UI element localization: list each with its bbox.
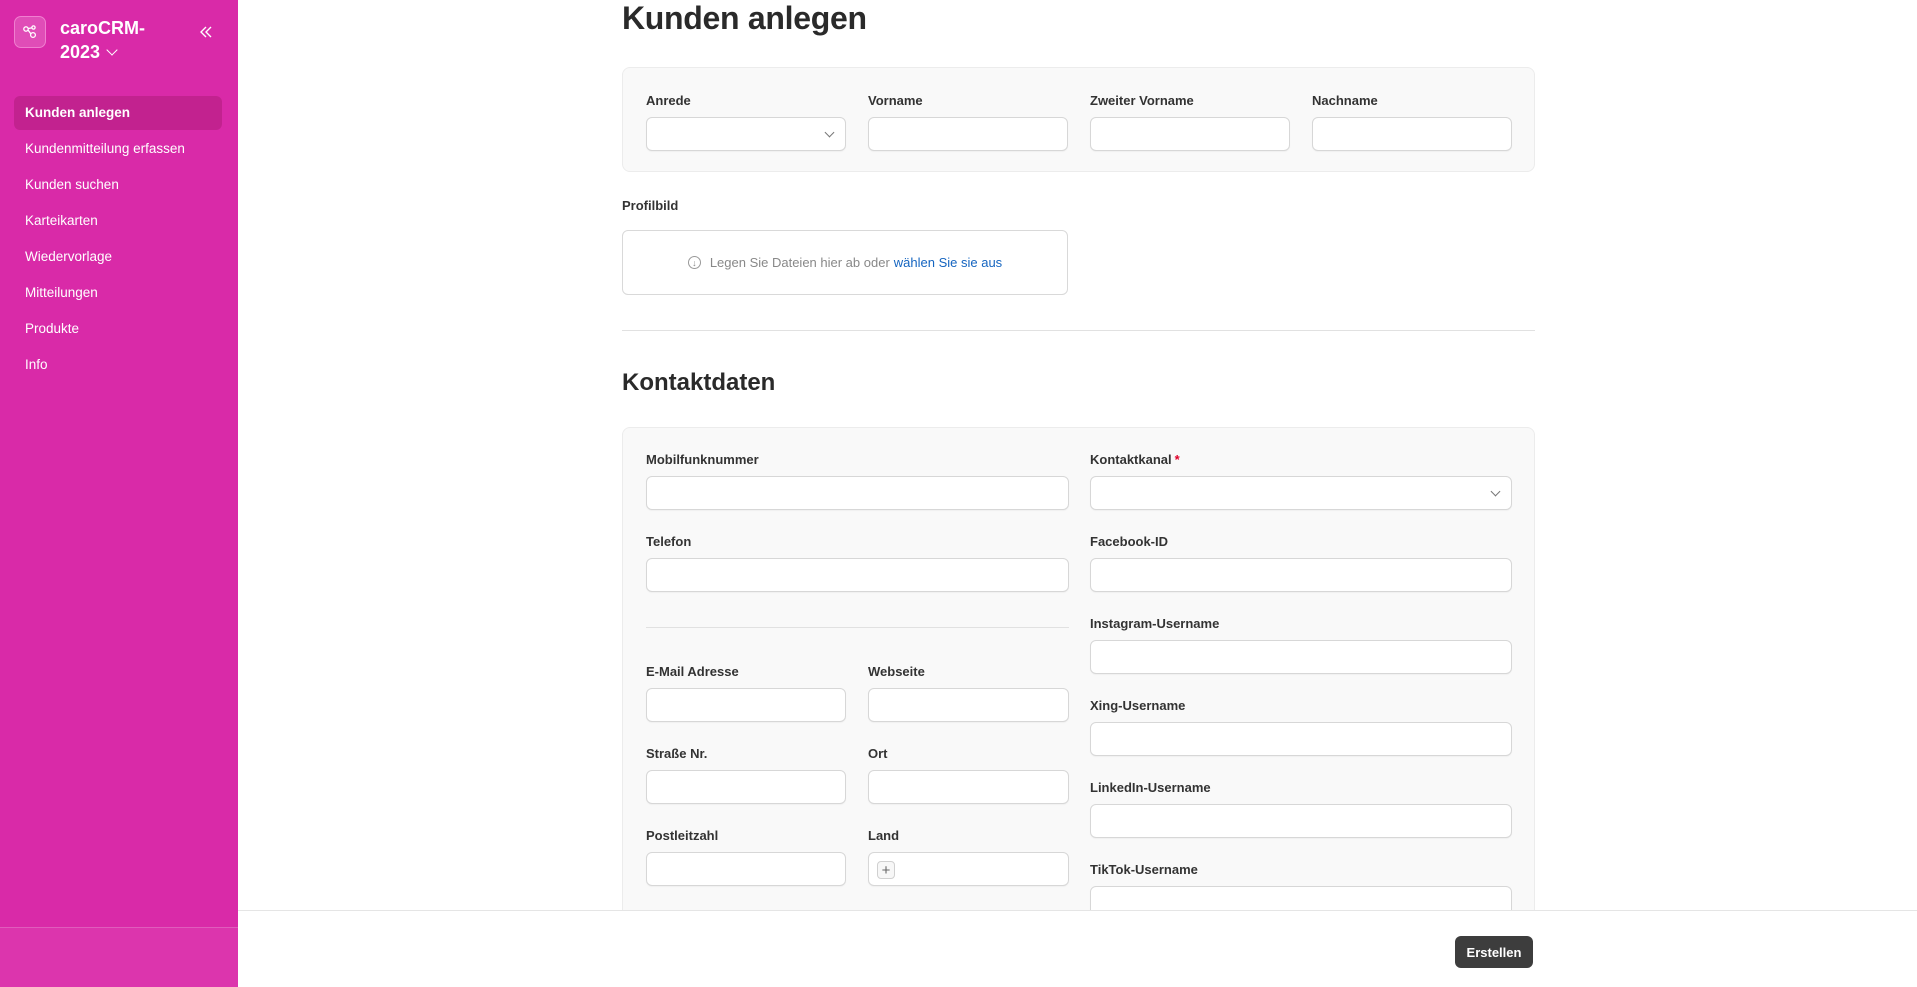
sidebar-item-mitteilungen[interactable]: Mitteilungen [14,276,222,310]
webseite-input[interactable] [868,688,1069,722]
zweiter-vorname-input[interactable] [1090,117,1290,151]
kontaktkanal-select[interactable] [1090,476,1512,510]
kontaktkanal-label: Kontaktkanal * [1090,452,1180,467]
section-divider [622,330,1535,331]
facebook-input[interactable] [1090,558,1512,592]
sidebar-item-kunden-suchen[interactable]: Kunden suchen [14,168,222,202]
postleitzahl-input[interactable] [646,852,846,886]
facebook-label: Facebook-ID [1090,534,1169,549]
webseite-label: Webseite [868,664,925,679]
sidebar-item-kundenmitteilung-erfassen[interactable]: Kundenmitteilung erfassen [14,132,222,166]
zweiter-vorname-label: Zweiter Vorname [1090,93,1194,108]
strasse-field: Straße Nr. [646,746,846,804]
email-label: E-Mail Adresse [646,664,739,679]
ort-field: Ort [868,746,1069,804]
vorname-field: Vorname [868,93,1068,151]
chevron-down-icon [824,127,835,138]
instagram-label: Instagram-Username [1090,616,1220,631]
email-input[interactable] [646,688,846,722]
telefon-input[interactable] [646,558,1069,592]
strasse-input[interactable] [646,770,846,804]
main-content: Kunden anlegen Anrede Vorname Zweiter Vo… [238,0,1917,987]
sidebar-item-info[interactable]: Info [14,348,222,382]
telefon-label: Telefon [646,534,692,549]
vorname-label: Vorname [868,93,923,108]
sidebar-nav: Kunden anlegen Kundenmitteilung erfassen… [14,96,222,384]
xing-input[interactable] [1090,722,1512,756]
sidebar-item-karteikarten[interactable]: Karteikarten [14,204,222,238]
postleitzahl-label: Postleitzahl [646,828,719,843]
anrede-select[interactable] [646,117,846,151]
app-logo-icon[interactable] [14,16,46,48]
double-chevron-left-icon [200,26,212,38]
app-title: caroCRM-2023 [60,18,146,62]
sidebar-item-produkte[interactable]: Produkte [14,312,222,346]
xing-label: Xing-Username [1090,698,1186,713]
xing-field: Xing-Username [1090,698,1512,756]
personal-card: Anrede Vorname Zweiter Vorname Nachname [622,67,1535,172]
ort-label: Ort [868,746,888,761]
anrede-field: Anrede [646,93,846,151]
land-input[interactable]: + [868,852,1069,886]
mobilfunknummer-label: Mobilfunknummer [646,452,759,467]
webseite-field: Webseite [868,664,1069,722]
profilbild-dropzone[interactable]: ↓ Legen Sie Dateien hier ab oder wählen … [622,230,1068,295]
choose-files-link[interactable]: wählen Sie sie aus [894,255,1002,270]
nachname-label: Nachname [1312,93,1378,108]
app-switcher[interactable]: caroCRM-2023 [60,16,170,64]
anrede-label: Anrede [646,93,691,108]
nachname-input[interactable] [1312,117,1512,151]
profilbild-label: Profilbild [622,198,679,213]
download-icon: ↓ [687,256,701,269]
ort-input[interactable] [868,770,1069,804]
kontaktkanal-field: Kontaktkanal * [1090,452,1512,510]
zweiter-vorname-field: Zweiter Vorname [1090,93,1290,151]
land-field: Land + [868,828,1069,886]
chevron-down-icon [106,44,118,56]
instagram-field: Instagram-Username [1090,616,1512,674]
sidebar-footer [0,927,238,987]
mobilfunknummer-input[interactable] [646,476,1069,510]
linkedin-label: LinkedIn-Username [1090,780,1211,795]
instagram-input[interactable] [1090,640,1512,674]
strasse-label: Straße Nr. [646,746,708,761]
bottom-action-bar: Erstellen [238,910,1917,987]
required-mark: * [1174,452,1180,467]
create-button[interactable]: Erstellen [1455,936,1533,968]
tiktok-label: TikTok-Username [1090,862,1198,877]
telefon-field: Telefon [646,534,1069,592]
postleitzahl-field: Postleitzahl [646,828,846,886]
sidebar-item-kunden-anlegen[interactable]: Kunden anlegen [14,96,222,130]
contact-divider [646,627,1069,628]
sidebar: caroCRM-2023 Kunden anlegen Kundenmittei… [0,0,238,987]
vorname-input[interactable] [868,117,1068,151]
email-field: E-Mail Adresse [646,664,846,722]
kontaktdaten-card: Mobilfunknummer Telefon E-Mail Adresse W… [622,427,1535,927]
linkedin-field: LinkedIn-Username [1090,780,1512,838]
plus-icon[interactable]: + [877,861,895,879]
dropzone-text: Legen Sie Dateien hier ab oder [709,255,890,270]
sidebar-item-wiedervorlage[interactable]: Wiedervorlage [14,240,222,274]
mobilfunknummer-field: Mobilfunknummer [646,452,1069,510]
page-title: Kunden anlegen [622,0,867,36]
kontaktdaten-title: Kontaktdaten [622,369,776,396]
land-label: Land [868,828,900,843]
profilbild-field: Profilbild [622,198,1068,222]
linkedin-input[interactable] [1090,804,1512,838]
chevron-down-icon [1490,486,1501,497]
collapse-sidebar-button[interactable] [196,22,216,42]
facebook-field: Facebook-ID [1090,534,1512,592]
nachname-field: Nachname [1312,93,1512,151]
